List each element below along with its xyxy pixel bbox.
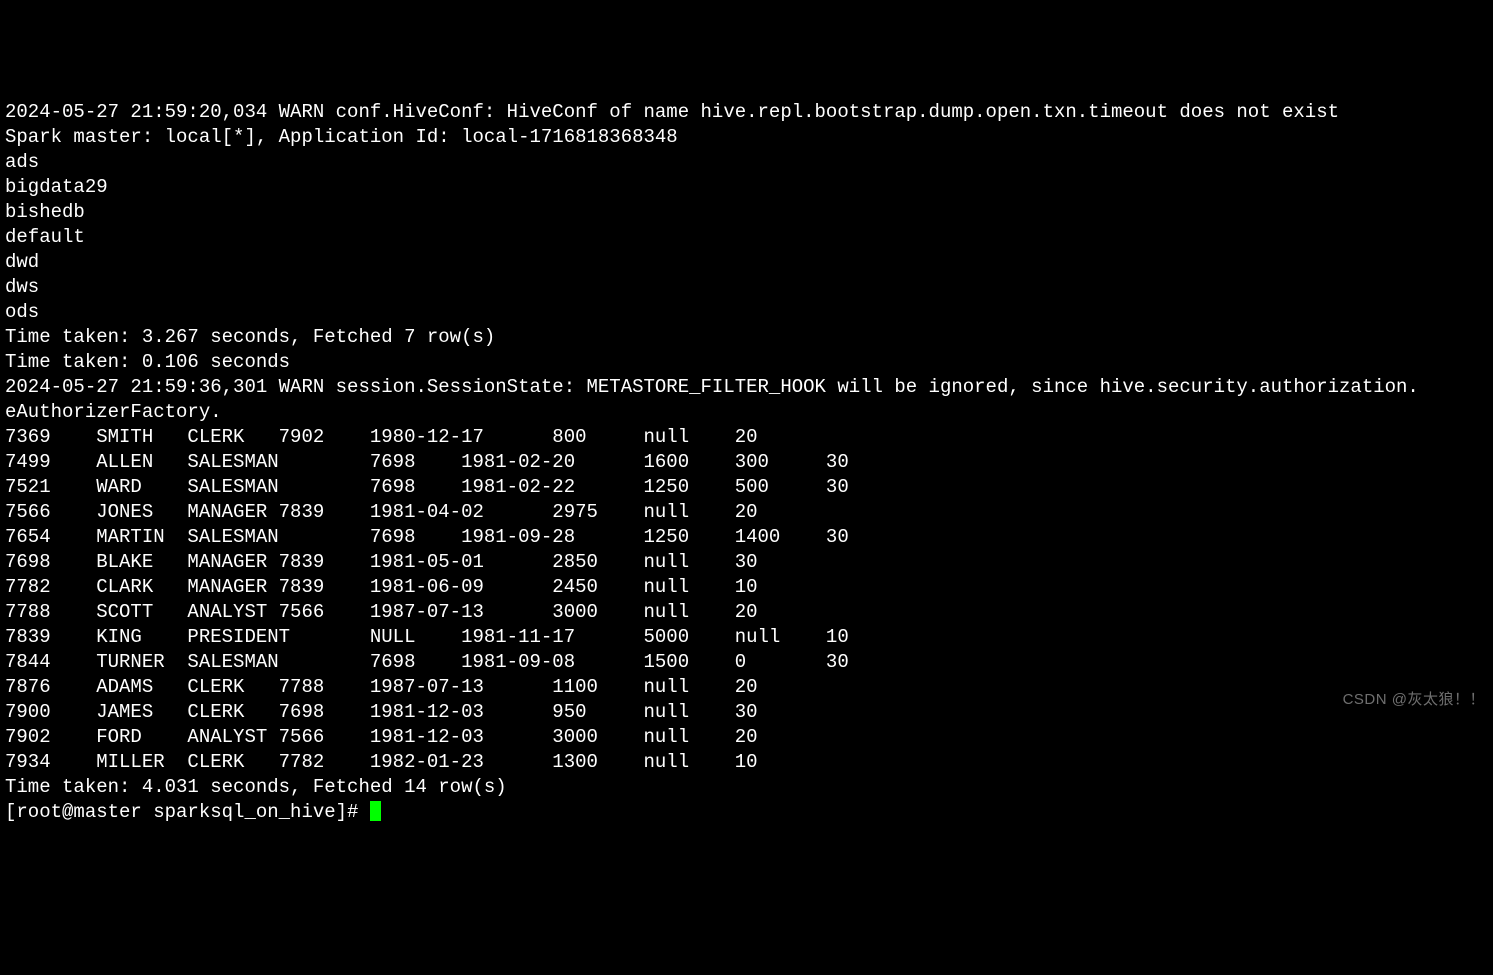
table-row: 7934 MILLER CLERK 7782 1982-01-23 1300 n… xyxy=(5,750,1488,775)
table-row: 7698 BLAKE MANAGER 7839 1981-05-01 2850 … xyxy=(5,550,1488,575)
db-row: bigdata29 xyxy=(5,175,1488,200)
table-row: 7876 ADAMS CLERK 7788 1987-07-13 1100 nu… xyxy=(5,675,1488,700)
db-row: dws xyxy=(5,275,1488,300)
db-row: ods xyxy=(5,300,1488,325)
table-row: 7788 SCOTT ANALYST 7566 1987-07-13 3000 … xyxy=(5,600,1488,625)
log-line: eAuthorizerFactory. xyxy=(5,400,1488,425)
table-row: 7521 WARD SALESMAN 7698 1981-02-22 1250 … xyxy=(5,475,1488,500)
db-row: default xyxy=(5,225,1488,250)
time-taken: Time taken: 3.267 seconds, Fetched 7 row… xyxy=(5,325,1488,350)
db-row: bishedb xyxy=(5,200,1488,225)
table-row: 7839 KING PRESIDENT NULL 1981-11-17 5000… xyxy=(5,625,1488,650)
terminal-output[interactable]: 2024-05-27 21:59:20,034 WARN conf.HiveCo… xyxy=(5,100,1488,825)
db-row: dwd xyxy=(5,250,1488,275)
watermark-text: CSDN @灰太狼！！ xyxy=(1343,687,1485,712)
shell-prompt[interactable]: [root@master sparksql_on_hive]# xyxy=(5,800,1488,825)
time-taken: Time taken: 0.106 seconds xyxy=(5,350,1488,375)
table-row: 7844 TURNER SALESMAN 7698 1981-09-08 150… xyxy=(5,650,1488,675)
table-row: 7369 SMITH CLERK 7902 1980-12-17 800 nul… xyxy=(5,425,1488,450)
table-row: 7566 JONES MANAGER 7839 1981-04-02 2975 … xyxy=(5,500,1488,525)
log-line: 2024-05-27 21:59:36,301 WARN session.Ses… xyxy=(5,375,1488,400)
time-taken: Time taken: 4.031 seconds, Fetched 14 ro… xyxy=(5,775,1488,800)
table-row: 7902 FORD ANALYST 7566 1981-12-03 3000 n… xyxy=(5,725,1488,750)
table-row: 7782 CLARK MANAGER 7839 1981-06-09 2450 … xyxy=(5,575,1488,600)
log-line: Spark master: local[*], Application Id: … xyxy=(5,125,1488,150)
table-row: 7499 ALLEN SALESMAN 7698 1981-02-20 1600… xyxy=(5,450,1488,475)
log-line: 2024-05-27 21:59:20,034 WARN conf.HiveCo… xyxy=(5,100,1488,125)
cursor xyxy=(370,801,381,821)
db-row: ads xyxy=(5,150,1488,175)
table-row: 7900 JAMES CLERK 7698 1981-12-03 950 nul… xyxy=(5,700,1488,725)
table-row: 7654 MARTIN SALESMAN 7698 1981-09-28 125… xyxy=(5,525,1488,550)
